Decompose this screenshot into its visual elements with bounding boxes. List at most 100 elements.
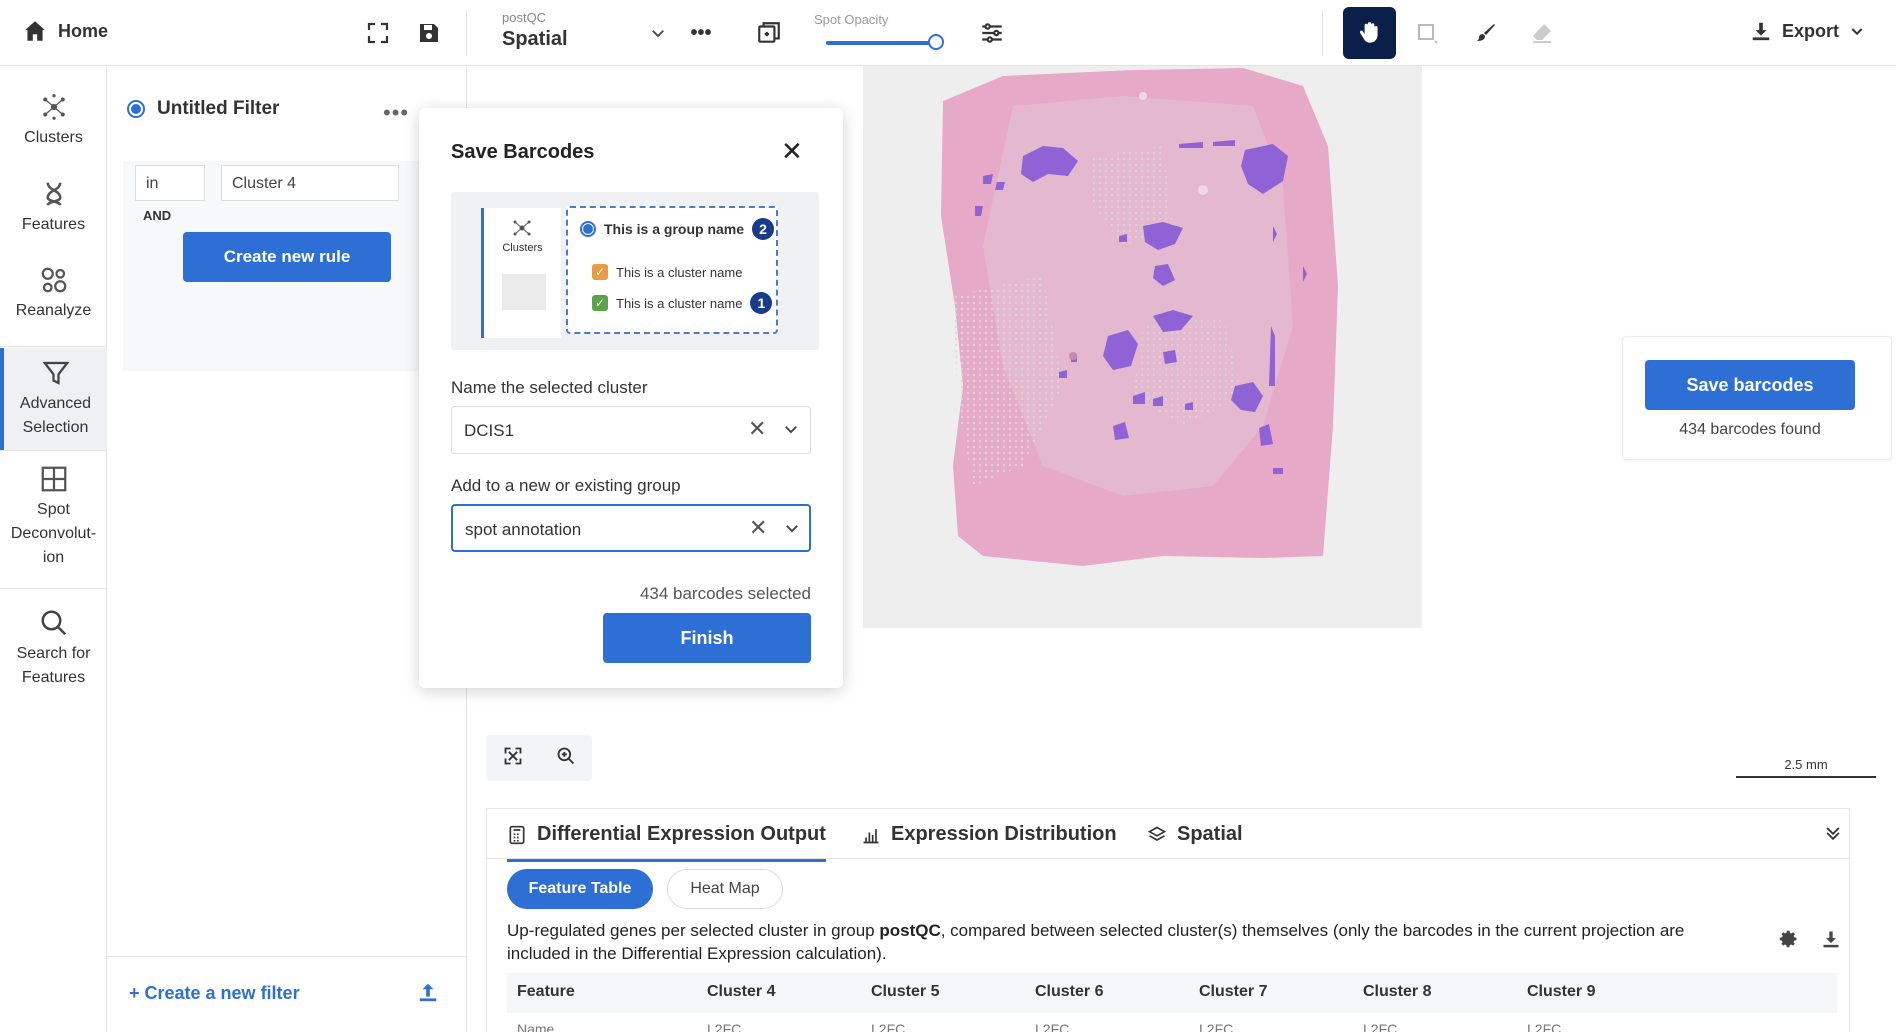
scale-bar-line <box>1736 776 1876 778</box>
home-label: Home <box>58 20 109 41</box>
fit-view-icon[interactable] <box>503 746 523 771</box>
brush-icon[interactable] <box>1472 19 1500 47</box>
nav-reanalyze[interactable]: Reanalyze <box>0 265 107 323</box>
subtab-heat-map[interactable]: Heat Map <box>667 869 783 909</box>
rule-operator-select[interactable]: in <box>135 165 205 201</box>
settings-sliders-icon[interactable] <box>978 19 1006 47</box>
pan-tool-button[interactable] <box>1343 7 1396 59</box>
create-rule-button[interactable]: Create new rule <box>183 232 391 282</box>
finish-button[interactable]: Finish <box>603 613 811 663</box>
group-value: spot annotation <box>465 520 582 539</box>
column-header[interactable]: Cluster 9 <box>1517 973 1681 1013</box>
filter-header[interactable]: Untitled Filter <box>127 98 279 120</box>
cluster-name-select[interactable]: DCIS1 ✕ <box>451 406 811 454</box>
barcodes-found-text: 434 barcodes found <box>1679 421 1821 438</box>
clear-icon[interactable]: ✕ <box>749 515 767 541</box>
subtab-feature-table[interactable]: Feature Table <box>507 869 653 909</box>
tab-expression-distribution[interactable]: Expression Distribution <box>861 823 1117 846</box>
layers-window-icon[interactable] <box>755 19 783 47</box>
column-header[interactable]: Cluster 7 <box>1189 973 1353 1013</box>
save-barcodes-modal: Save Barcodes ✕ Clusters This is a group… <box>419 108 843 688</box>
column-header[interactable]: Cluster 4 <box>697 973 861 1013</box>
checkbox-icon: ✓ <box>592 264 608 280</box>
clusters-icon <box>513 220 531 236</box>
dna-icon <box>46 182 61 206</box>
illustration-sidebar-label: Clusters <box>502 242 543 254</box>
export-button[interactable]: Export <box>1750 20 1865 42</box>
filter-footer: + Create a new filter <box>107 956 467 1032</box>
save-barcodes-button[interactable]: Save barcodes <box>1645 360 1855 410</box>
chevron-down-icon[interactable] <box>782 420 800 443</box>
modal-title: Save Barcodes <box>451 141 595 163</box>
left-navigation: Clusters Features Reanalyze Advanced Sel… <box>0 66 107 1032</box>
create-filter-link[interactable]: + Create a new filter <box>129 983 300 1004</box>
scale-bar-label: 2.5 mm <box>1784 757 1828 772</box>
lasso-select-icon[interactable] <box>1413 19 1441 47</box>
column-header[interactable]: Cluster 5 <box>861 973 1025 1013</box>
illustration-cluster-name: This is a cluster name <box>616 264 743 280</box>
reanalyze-icon <box>41 267 66 293</box>
column-header[interactable]: Cluster 6 <box>1025 973 1189 1013</box>
layers-icon <box>1147 826 1167 841</box>
results-description: Up-regulated genes per selected cluster … <box>507 920 1707 966</box>
nav-spot-deconvolution[interactable]: Spot Deconvolut-ion <box>0 464 107 570</box>
clusters-icon <box>42 94 65 120</box>
tab-label: Expression Distribution <box>891 823 1117 845</box>
rule-conjunction: AND <box>143 208 172 223</box>
checkbox-icon: ✓ <box>592 295 608 311</box>
barcodes-selected-text: 434 barcodes selected <box>639 584 811 603</box>
calculator-icon <box>509 825 525 844</box>
subheader-cell: L2FC <box>1363 1021 1398 1032</box>
spot-opacity-slider[interactable]: Spot Opacity <box>814 12 944 50</box>
search-icon <box>41 610 66 636</box>
slider-knob[interactable] <box>928 34 944 50</box>
table-header: Feature Cluster 4 Cluster 5 Cluster 6 Cl… <box>507 973 1837 1013</box>
fullscreen-icon[interactable] <box>364 19 392 47</box>
tab-spatial[interactable]: Spatial <box>1147 823 1243 846</box>
hand-icon <box>1359 22 1378 43</box>
collapse-icon[interactable] <box>1823 823 1843 848</box>
gear-icon[interactable] <box>1779 929 1799 954</box>
tab-differential-expression[interactable]: Differential Expression Output <box>507 823 826 862</box>
chevron-down-icon[interactable] <box>644 19 672 47</box>
illustration-group-box: This is a group name 2 ✓ This is a clust… <box>566 206 778 334</box>
subheader-cell: L2FC <box>1035 1021 1070 1032</box>
eraser-icon[interactable] <box>1528 19 1556 47</box>
save-icon[interactable] <box>415 19 443 47</box>
download-icon <box>1752 22 1770 41</box>
illustration-group-row: This is a group name 2 <box>580 218 775 240</box>
step-badge-2: 2 <box>752 218 775 240</box>
tissue-image-viewport[interactable] <box>863 66 1422 628</box>
projection-select[interactable]: postQC Spatial <box>502 10 568 51</box>
group-select[interactable]: spot annotation ✕ <box>451 504 811 552</box>
column-header[interactable]: Feature <box>507 973 697 1013</box>
nav-features[interactable]: Features <box>0 179 107 237</box>
column-header[interactable]: Cluster 8 <box>1353 973 1517 1013</box>
home-link[interactable]: Home <box>22 18 108 44</box>
cluster-name-label: Name the selected cluster <box>451 378 648 397</box>
table-subheader-row: Name L2FC L2FC L2FC L2FC L2FC L2FC <box>507 1013 1837 1032</box>
tissue-image <box>941 68 1338 566</box>
rule-value-select[interactable]: Cluster 4 <box>221 165 399 201</box>
filter-more-icon[interactable]: ••• <box>383 100 409 126</box>
illustration-cluster-name: This is a cluster name <box>616 295 743 311</box>
home-icon <box>25 21 45 41</box>
upload-icon[interactable] <box>417 981 439 1008</box>
more-options-icon[interactable]: ••• <box>687 19 715 47</box>
projection-caption: postQC <box>502 10 547 25</box>
nav-label: Spot Deconvolut-ion <box>10 501 97 566</box>
results-tabs: Differential Expression Output Expressio… <box>487 809 1849 862</box>
clear-icon[interactable]: ✕ <box>748 416 766 442</box>
zoom-in-icon[interactable] <box>556 746 576 771</box>
desc-group: postQC <box>879 921 941 940</box>
filter-name: Untitled Filter <box>157 98 280 119</box>
illustration-group-name: This is a group name <box>604 221 745 237</box>
nav-clusters[interactable]: Clusters <box>0 92 107 150</box>
nav-search-features[interactable]: Search for Features <box>0 608 107 690</box>
close-icon[interactable]: ✕ <box>781 136 803 167</box>
nav-label: Search for Features <box>16 645 91 686</box>
download-icon[interactable] <box>1821 929 1841 954</box>
nav-advanced-selection[interactable]: Advanced Selection <box>0 348 107 450</box>
filter-radio[interactable] <box>127 100 145 118</box>
chevron-down-icon[interactable] <box>783 519 801 542</box>
